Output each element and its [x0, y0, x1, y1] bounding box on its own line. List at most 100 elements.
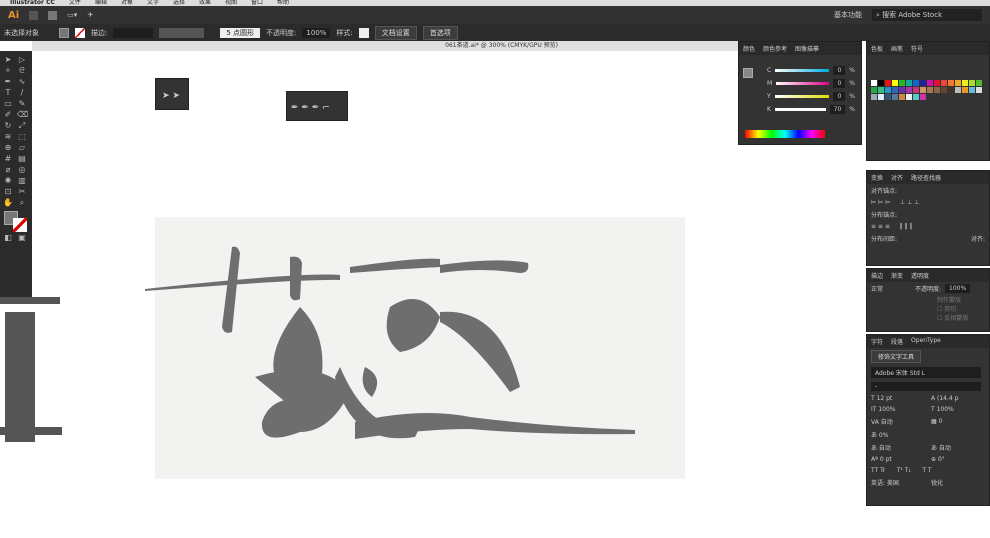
tab-pathfinder[interactable]: 路径查找器 [911, 173, 941, 182]
artwork-calligraphy[interactable] [0, 217, 690, 479]
swatch[interactable] [871, 80, 877, 86]
floating-panel-pen-tools[interactable]: ✒ ✒ ✒ ⌐ [286, 91, 348, 121]
gpu-icon[interactable]: ✈ [87, 11, 93, 19]
lasso-icon[interactable]: ᘓ [17, 66, 27, 75]
swatch[interactable] [892, 80, 898, 86]
blend-icon[interactable]: ◎ [17, 165, 27, 174]
opacity-field[interactable]: 100% [302, 27, 331, 38]
swatch[interactable] [899, 80, 905, 86]
document-tab[interactable]: 061茶道.ai* @ 300% (CMYK/GPU 预览) [32, 41, 738, 51]
swatch[interactable] [913, 80, 919, 86]
scale-icon[interactable]: ⤢ [17, 121, 27, 130]
rotation-field[interactable]: 0° [938, 456, 945, 463]
hand-icon[interactable]: ✋ [3, 198, 13, 207]
free-transform-icon[interactable]: ⬚ [17, 132, 27, 141]
swatch[interactable] [878, 80, 884, 86]
brush-tool-icon[interactable]: ✎ [17, 99, 27, 108]
swatch[interactable] [885, 80, 891, 86]
slider-k[interactable]: K 70% [763, 103, 859, 116]
tsume-field[interactable]: 0% [879, 432, 889, 439]
swatch[interactable] [906, 87, 912, 93]
slider-c[interactable]: C 0% [763, 64, 859, 77]
swatch[interactable] [871, 87, 877, 93]
perspective-icon[interactable]: ▱ [17, 143, 27, 152]
stock-search[interactable]: ⌕ 搜索 Adobe Stock [872, 9, 982, 21]
swatch[interactable] [955, 80, 961, 86]
swatch[interactable] [913, 87, 919, 93]
color-fill-swatch[interactable] [743, 68, 753, 78]
distribute-buttons[interactable]: ≡ ≡ ≡ ‖ ‖ ‖ [867, 221, 989, 232]
width-tool-icon[interactable]: ≋ [3, 132, 13, 141]
swatch[interactable] [920, 94, 926, 100]
slider-y[interactable]: Y 0% [763, 90, 859, 103]
mesh-icon[interactable]: # [3, 154, 13, 163]
tab-color-guide[interactable]: 颜色参考 [763, 44, 787, 53]
color-spectrum[interactable] [745, 130, 825, 138]
font-style-field[interactable]: - [871, 382, 981, 391]
tab-align[interactable]: 对齐 [891, 173, 903, 182]
curvature-icon[interactable]: ∿ [17, 77, 27, 86]
style-swatch[interactable] [358, 27, 369, 38]
aki-left-field[interactable]: 自动 [879, 445, 891, 452]
swatch[interactable] [941, 80, 947, 86]
swatch[interactable] [934, 87, 940, 93]
tab-gradient[interactable]: 渐变 [891, 271, 903, 280]
swatch[interactable] [955, 87, 961, 93]
tab-paragraph[interactable]: 段落 [891, 337, 903, 346]
channel-slider[interactable] [774, 95, 830, 98]
swatch[interactable] [969, 87, 975, 93]
swatch[interactable] [934, 80, 940, 86]
swatch[interactable] [885, 87, 891, 93]
document-setup-button[interactable]: 文档设置 [374, 25, 417, 40]
pen-tool-icon[interactable]: ✒ [3, 77, 13, 86]
direct-selection-tool-icon[interactable]: ▷ [17, 55, 27, 64]
swatch[interactable] [899, 87, 905, 93]
swatch[interactable] [906, 94, 912, 100]
swatch[interactable] [927, 80, 933, 86]
fill-swatch[interactable] [59, 27, 69, 38]
swatch[interactable] [913, 94, 919, 100]
kerning-field[interactable]: 自动 [881, 419, 893, 426]
bridge-icon[interactable] [29, 10, 39, 20]
invert-mask-checkbox[interactable]: ☐ 反相蒙版 [937, 313, 989, 322]
tab-opentype[interactable]: OpenType [911, 337, 941, 346]
slice-icon[interactable]: ✂ [17, 187, 27, 196]
stock-icon[interactable] [48, 10, 58, 20]
swatch[interactable] [892, 87, 898, 93]
tab-color[interactable]: 颜色 [743, 44, 755, 53]
align-to-label[interactable]: 对齐: [971, 234, 985, 243]
tab-transparency[interactable]: 透明度 [911, 271, 929, 280]
touch-type-button[interactable]: 修饰文字工具 [871, 350, 922, 363]
slider-m[interactable]: M 0% [763, 77, 859, 90]
rectangle-tool-icon[interactable]: ▭ [3, 99, 13, 108]
swatch[interactable] [920, 80, 926, 86]
artboard-icon[interactable]: ⊡ [3, 187, 13, 196]
shape-builder-icon[interactable]: ⊕ [3, 143, 13, 152]
swatch[interactable] [871, 94, 877, 100]
floating-panel-selection[interactable]: ➤ ➤ [155, 78, 189, 110]
font-family-field[interactable]: Adobe 宋体 Std L [871, 367, 981, 378]
swatch[interactable] [878, 87, 884, 93]
tab-symbols[interactable]: 符号 [911, 44, 923, 53]
channel-value[interactable]: 70 [829, 105, 846, 114]
aki-right-field[interactable]: 自动 [939, 445, 951, 452]
magic-wand-icon[interactable]: ✧ [3, 66, 13, 75]
text-style-buttons[interactable]: TT Tr T¹ T₁ T T [867, 465, 989, 476]
tab-stroke[interactable]: 描边 [871, 271, 883, 280]
channel-slider[interactable] [774, 108, 826, 111]
channel-value[interactable]: 0 [833, 66, 846, 75]
font-size-field[interactable]: 12 pt [877, 395, 893, 402]
channel-value[interactable]: 0 [833, 92, 846, 101]
antialias-select[interactable]: 锐化 [931, 478, 943, 487]
preferences-button[interactable]: 首选项 [422, 25, 458, 40]
horizontal-scale-field[interactable]: 100% [937, 406, 954, 413]
workspace-switcher[interactable]: 基本功能 [834, 10, 862, 20]
clip-checkbox[interactable]: ☐ 剪切 [937, 304, 989, 313]
eyedropper-icon[interactable]: ⌀ [3, 165, 13, 174]
swatch[interactable] [885, 94, 891, 100]
make-mask-button[interactable]: 制作蒙版 [937, 295, 989, 304]
eraser-icon[interactable]: ⌫ [17, 110, 28, 119]
tab-character[interactable]: 字符 [871, 337, 883, 346]
swatch[interactable] [892, 94, 898, 100]
channel-value[interactable]: 0 [833, 79, 846, 88]
